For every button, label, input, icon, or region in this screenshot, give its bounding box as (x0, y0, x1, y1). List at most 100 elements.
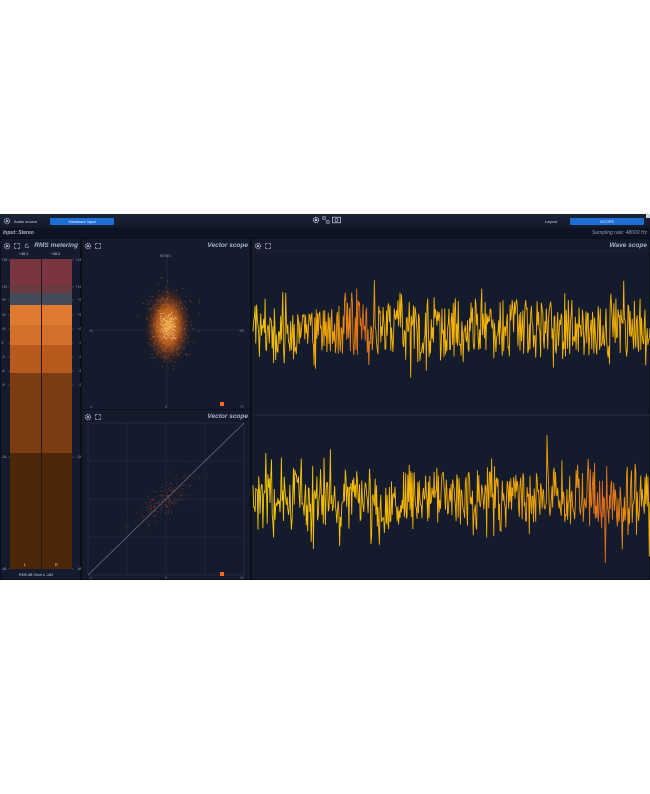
vector-point (151, 337, 153, 339)
vector-point (157, 330, 159, 332)
vector-point (174, 498, 176, 500)
vector-point (150, 299, 152, 301)
vector-point (180, 337, 181, 339)
vector-point (172, 487, 173, 489)
audio-source-dropdown[interactable]: Hardware input (50, 218, 114, 225)
vector-point (173, 309, 175, 311)
vector-point (172, 342, 174, 344)
vector-point (178, 305, 180, 306)
settings-gear-icon[interactable] (3, 217, 11, 225)
vector-point (189, 484, 191, 486)
rms-expand-icon[interactable] (14, 243, 20, 249)
vector-point (158, 290, 160, 292)
vector-point (169, 322, 171, 324)
vector-point (146, 506, 148, 508)
rms-scale-tick: -3 (2, 355, 5, 359)
vector-point (161, 487, 163, 489)
vector-point (187, 478, 189, 480)
vector-point (166, 328, 168, 330)
vector-point (156, 331, 158, 333)
vector-point (167, 357, 169, 359)
vector-point (167, 304, 169, 306)
vector-point (161, 296, 163, 298)
vector-point (178, 309, 180, 311)
vector-point (163, 303, 165, 305)
vector-point (161, 318, 163, 319)
layout-grid-icon[interactable] (322, 216, 330, 224)
vector-point (182, 495, 183, 496)
vector-point (175, 500, 177, 501)
vector-point (181, 498, 183, 500)
vector-point (157, 327, 158, 328)
vector-point (181, 336, 183, 338)
vector-point (155, 326, 157, 328)
rms-settings-gear-icon[interactable] (3, 242, 11, 250)
vector-point (171, 501, 173, 503)
vector-point (183, 329, 185, 331)
vector-point (179, 492, 181, 494)
vector-point (158, 499, 159, 501)
vector-point (176, 331, 178, 333)
vector-point (172, 489, 173, 491)
vector-point (175, 304, 177, 306)
vector-point (142, 509, 144, 511)
vector-scope-panel-bottom: Vector scope -1 0 +1 (81, 409, 251, 580)
vector-point (168, 486, 170, 488)
vector-point (160, 336, 162, 338)
vector-point (170, 489, 172, 491)
sampling-rate-label: Sampling rate: 48000 Hz (591, 230, 647, 236)
vector-point (166, 505, 168, 507)
vector-point (158, 510, 160, 512)
vector-point (161, 346, 163, 347)
vector-point (165, 350, 167, 352)
window-close-icon[interactable] (646, 214, 650, 218)
vector-point (147, 342, 149, 344)
vector-point (150, 508, 152, 510)
vector-point (166, 333, 168, 335)
vector-point (178, 347, 180, 349)
vector-point (120, 533, 122, 535)
screenshot-icon[interactable] (332, 216, 341, 224)
vector-point (169, 327, 171, 329)
vector-point (185, 479, 187, 481)
vector-point (161, 324, 163, 326)
vector-point (175, 318, 177, 320)
vector-point (149, 523, 150, 525)
vector-point (158, 327, 160, 329)
vector-point (162, 319, 164, 321)
layout-dropdown[interactable]: SCOPE (570, 218, 644, 225)
vector-point (146, 299, 148, 301)
vector-point (165, 505, 167, 507)
vector-point (136, 512, 137, 514)
vector-point (185, 485, 187, 487)
vector-point (185, 353, 187, 355)
vector-point (151, 330, 153, 332)
vector-point (163, 330, 165, 332)
vector-point (148, 511, 150, 513)
vector-point (171, 482, 173, 484)
vector-point (184, 474, 185, 476)
wave-scope-plot (252, 250, 650, 564)
vector-point (198, 312, 200, 314)
vector-point (163, 348, 165, 350)
vector-point (143, 515, 145, 517)
vector-point (176, 474, 177, 476)
rms-channel-left-label: L (24, 563, 26, 567)
vector-point (146, 503, 148, 505)
vector-point (150, 509, 152, 511)
vector-point (173, 337, 175, 339)
vector-point (157, 503, 159, 504)
global-settings-gear-icon[interactable] (312, 216, 320, 224)
rms-reset-icon[interactable] (24, 243, 30, 249)
vector-point (178, 505, 180, 507)
vector-point (167, 307, 169, 309)
vector-point (159, 512, 161, 514)
vector-point (182, 322, 183, 324)
vector-point (171, 346, 173, 348)
vector-point (162, 365, 164, 367)
vector-point (149, 503, 151, 504)
vector-point (173, 329, 175, 331)
vector-point (159, 352, 161, 354)
vector-point (170, 502, 172, 504)
vector-point (181, 494, 182, 496)
